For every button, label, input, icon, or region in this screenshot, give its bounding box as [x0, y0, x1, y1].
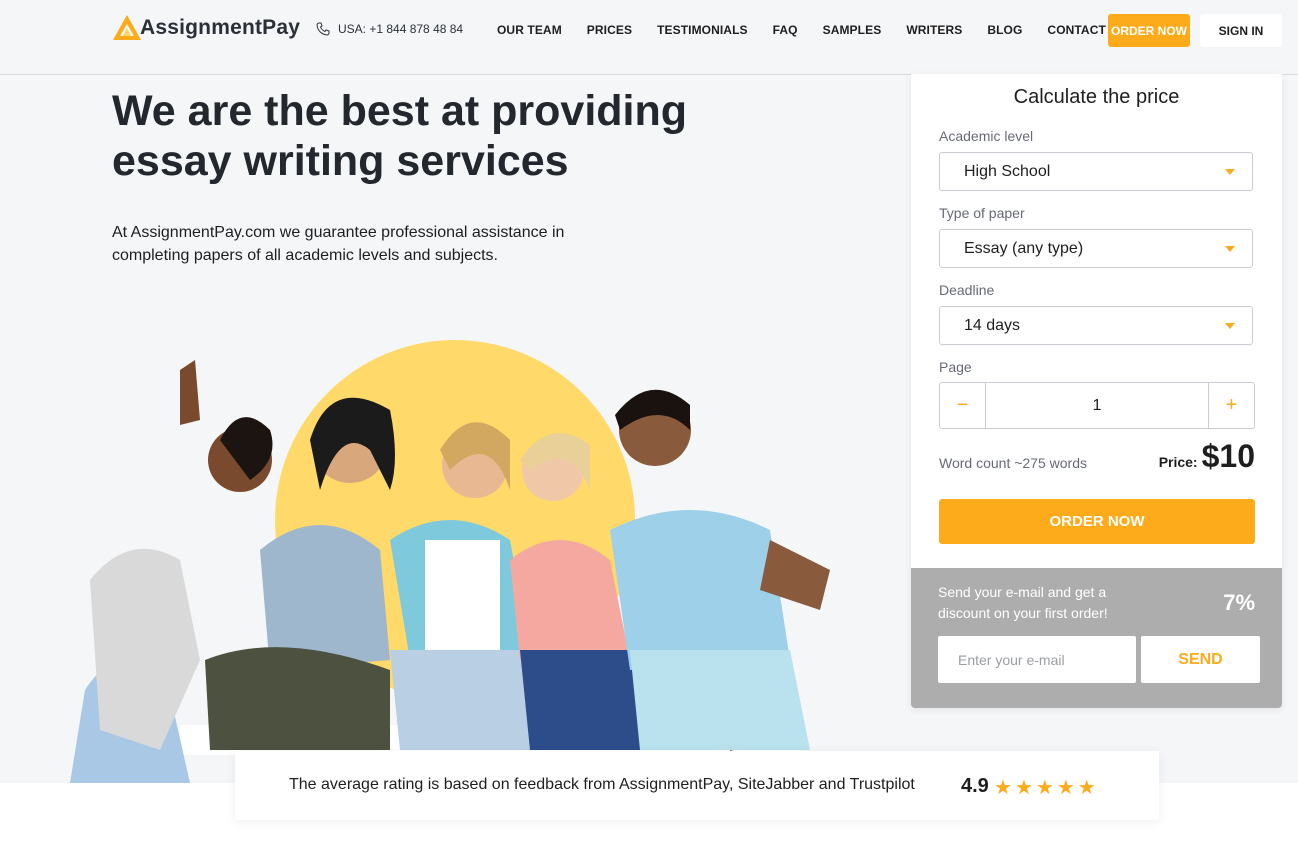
- page-count-input[interactable]: 1: [986, 383, 1208, 428]
- page-decrement-button[interactable]: −: [940, 383, 986, 428]
- send-button[interactable]: SEND: [1141, 636, 1260, 683]
- calculator-title: Calculate the price: [1013, 86, 1180, 108]
- discount-text: Send your e-mail and get a discount on y…: [938, 584, 1108, 621]
- price-value: $10: [1201, 438, 1255, 474]
- nav-our-team[interactable]: OUR TEAM: [497, 23, 562, 37]
- paper-type-value: Essay (any type): [964, 239, 1084, 257]
- logo[interactable]: AssignmentPay: [112, 10, 300, 46]
- rating-text: The average rating is based on feedback …: [289, 776, 915, 793]
- email-input[interactable]: [938, 636, 1136, 683]
- hero-subtitle: At AssignmentPay.com we guarantee profes…: [112, 224, 565, 264]
- rating-bar: The average rating is based on feedback …: [235, 751, 1159, 820]
- star-icon: ★: [1035, 777, 1054, 799]
- caret-down-icon: [1225, 169, 1235, 175]
- nav-faq[interactable]: FAQ: [773, 23, 798, 37]
- logo-mark-icon: [113, 15, 141, 40]
- nav-testimonials[interactable]: TESTIMONIALS: [657, 23, 748, 37]
- deadline-value: 14 days: [964, 316, 1021, 334]
- hero-title: We are the best at providing essay writi…: [112, 87, 688, 185]
- logo-text: AssignmentPay: [140, 16, 301, 39]
- rating-stars: ★ ★ ★ ★ ★: [994, 775, 1099, 800]
- nav-blog[interactable]: BLOG: [987, 23, 1022, 37]
- star-icon: ★: [994, 777, 1012, 799]
- discount-panel: Send your e-mail and get a discount on y…: [911, 568, 1282, 708]
- nav-contact[interactable]: CONTACT: [1047, 23, 1105, 37]
- nav-samples[interactable]: SAMPLES: [823, 23, 882, 37]
- calculator-order-button[interactable]: ORDER NOW: [939, 499, 1255, 544]
- phone-icon: [316, 22, 330, 36]
- deadline-select[interactable]: 14 days: [939, 306, 1253, 345]
- sign-in-button[interactable]: SIGN IN: [1200, 14, 1282, 47]
- price-calculator: Calculate the price Academic level High …: [911, 74, 1282, 708]
- paper-type-select[interactable]: Essay (any type): [939, 229, 1253, 268]
- site-header: AssignmentPay USA: +1 844 878 48 84 OUR …: [0, 0, 1298, 75]
- page-stepper: − 1 +: [939, 382, 1255, 429]
- phone-text: USA: +1 844 878 48 84: [338, 22, 464, 36]
- academic-level-label: Academic level: [939, 128, 1034, 144]
- nav-prices[interactable]: PRICES: [587, 23, 632, 37]
- paper-type-label: Type of paper: [939, 205, 1025, 221]
- academic-level-select[interactable]: High School: [939, 152, 1253, 191]
- star-icon: ★: [1014, 777, 1033, 799]
- order-now-button[interactable]: ORDER NOW: [1108, 14, 1190, 47]
- academic-level-value: High School: [964, 162, 1051, 180]
- nav-writers[interactable]: WRITERS: [906, 23, 962, 37]
- main-nav: OUR TEAM PRICES TESTIMONIALS FAQ SAMPLES…: [497, 23, 1131, 37]
- deadline-label: Deadline: [939, 282, 995, 298]
- page-increment-button[interactable]: +: [1208, 383, 1254, 428]
- star-icon: ★: [1077, 777, 1096, 799]
- star-icon: ★: [1056, 777, 1075, 799]
- caret-down-icon: [1225, 323, 1235, 329]
- price-display: Price: $10: [1159, 438, 1255, 475]
- discount-percent: 7%: [1223, 590, 1255, 615]
- word-count: Word count ~275 words: [939, 455, 1087, 471]
- phone-number[interactable]: USA: +1 844 878 48 84: [316, 22, 463, 36]
- rating-score: 4.9: [961, 775, 989, 797]
- caret-down-icon: [1225, 246, 1235, 252]
- students-hero-image: [70, 340, 860, 783]
- price-label: Price:: [1158, 454, 1198, 470]
- page-label: Page: [939, 359, 972, 375]
